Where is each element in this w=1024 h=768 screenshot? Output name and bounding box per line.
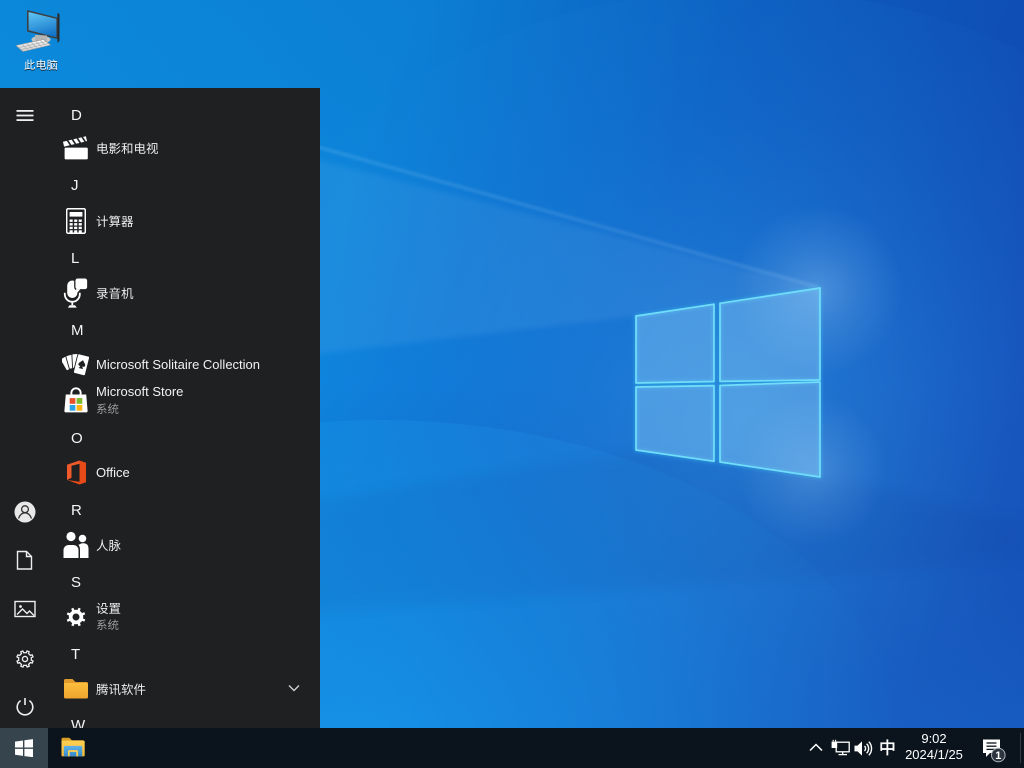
svg-text:1: 1 xyxy=(995,750,1001,762)
